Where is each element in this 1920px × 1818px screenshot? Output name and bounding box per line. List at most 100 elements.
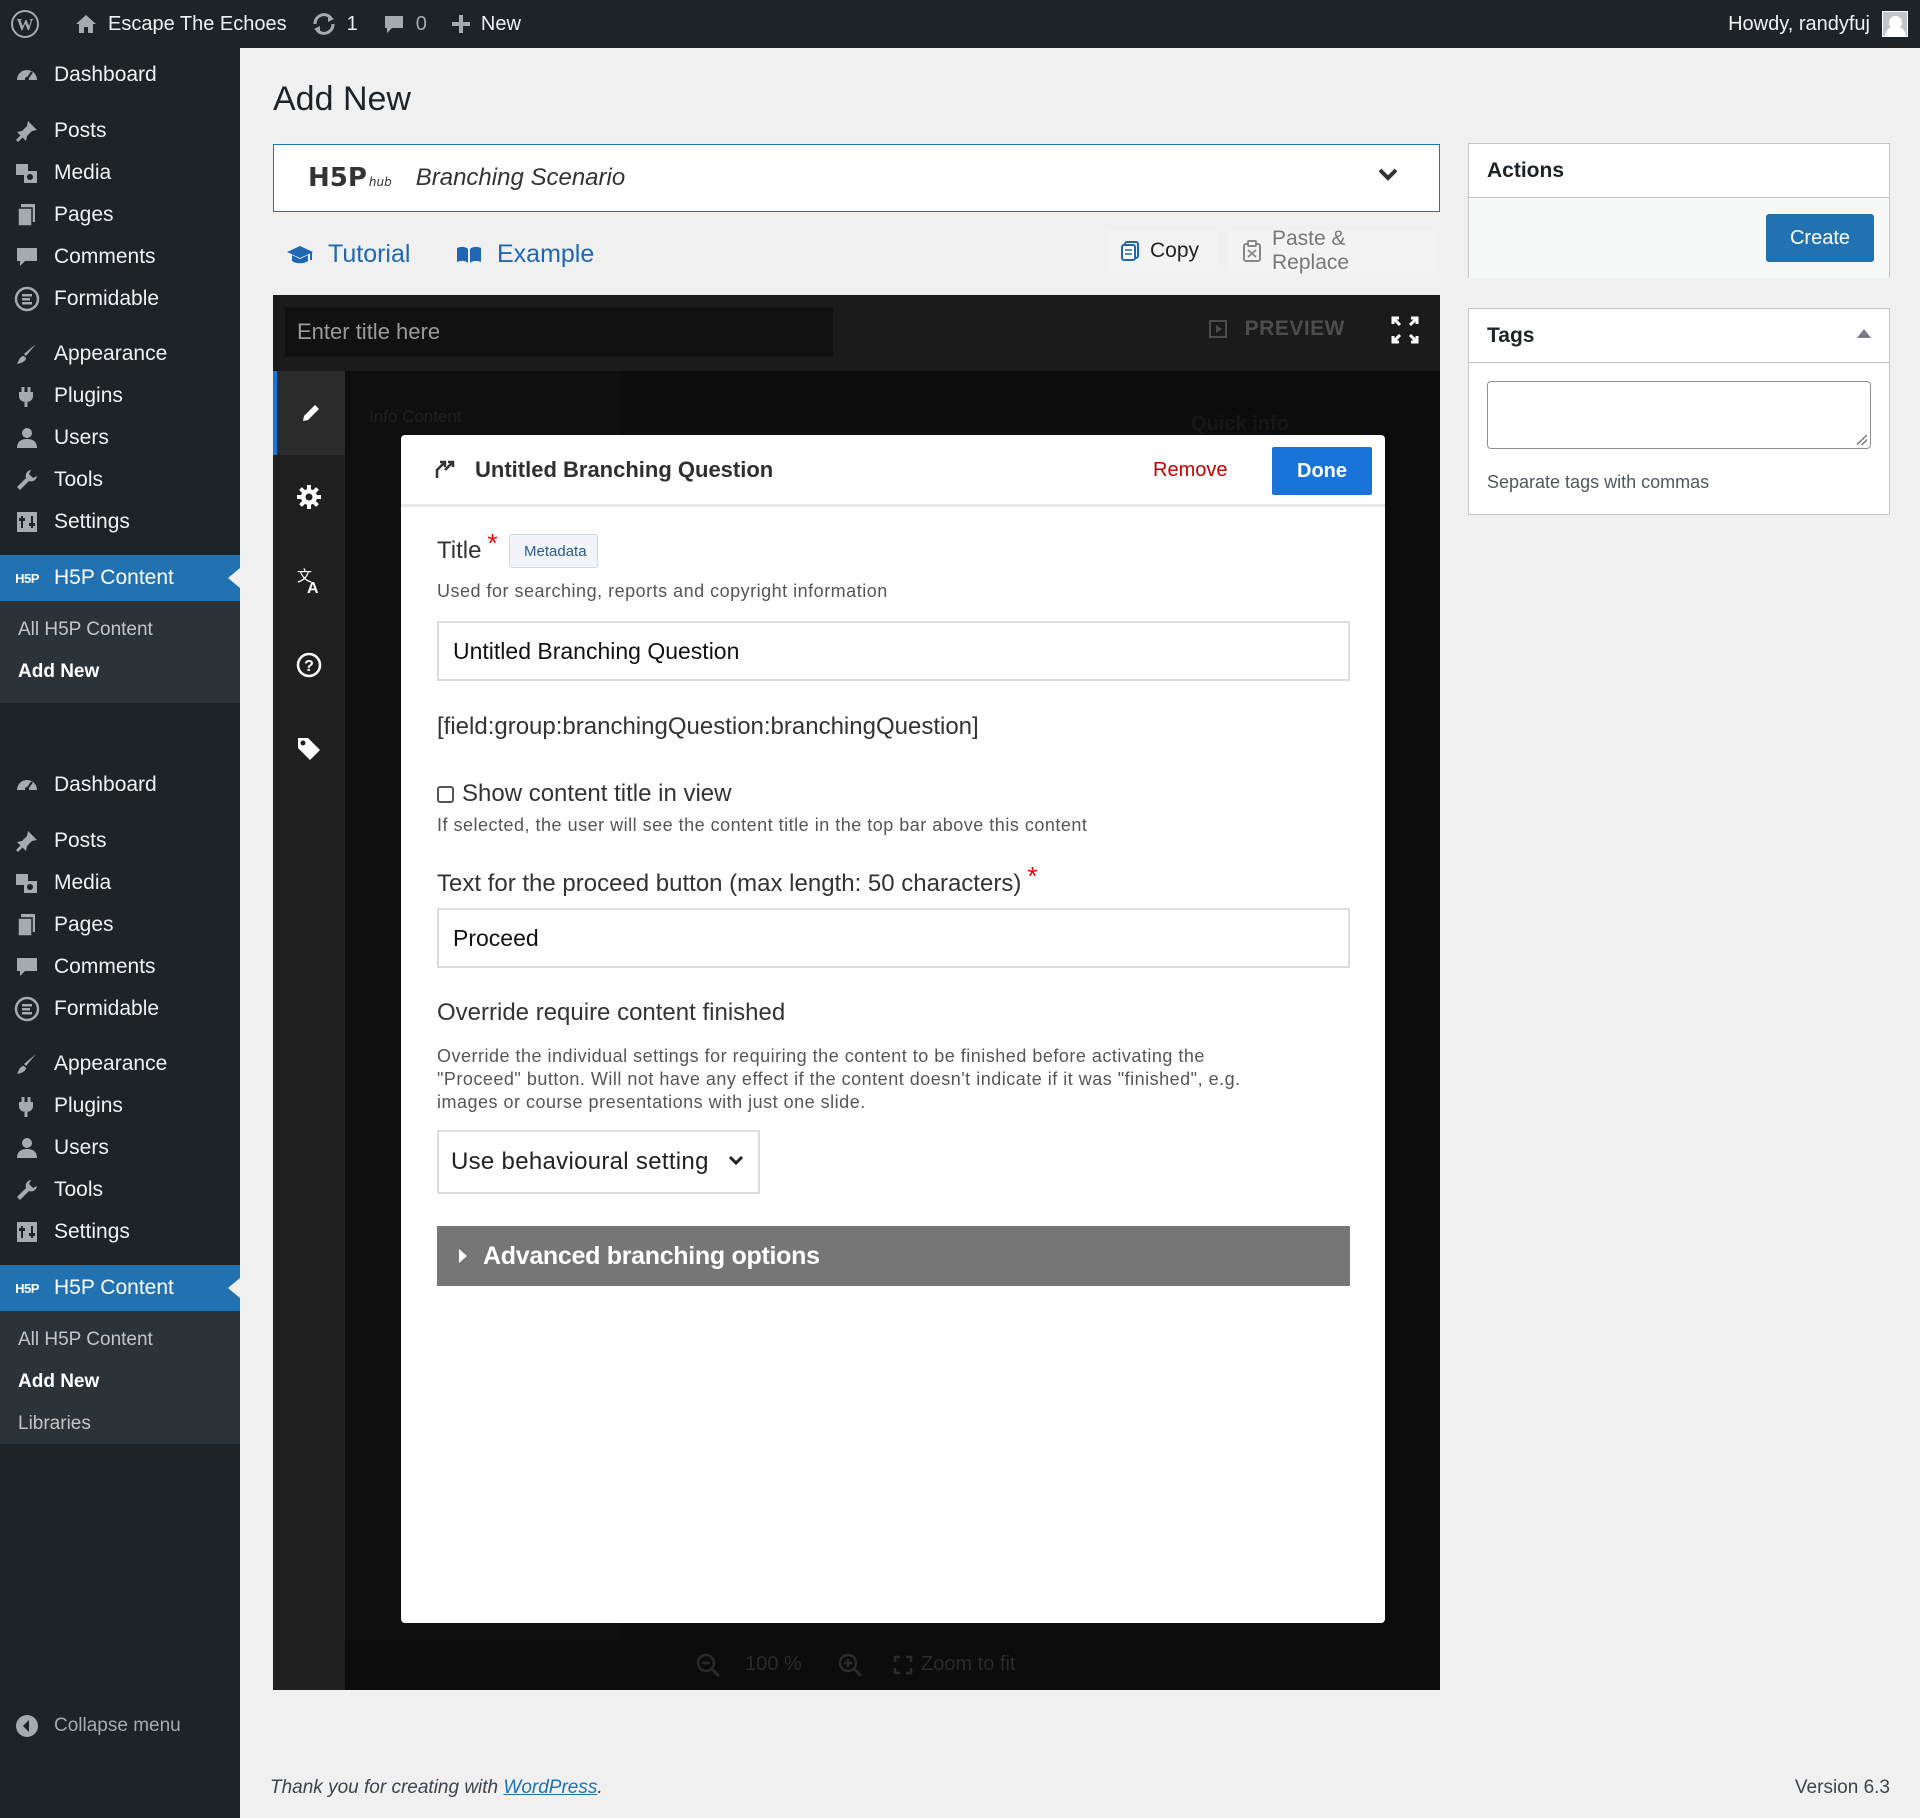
- howdy-text: Howdy, randyfuj: [1728, 12, 1870, 35]
- sidebar-item-settings[interactable]: Settings: [0, 499, 240, 545]
- tutorial-link[interactable]: Tutorial: [286, 240, 410, 269]
- scenario-title-input[interactable]: [285, 307, 833, 357]
- fullscreen-button[interactable]: [1390, 315, 1420, 345]
- selected-content-type: Branching Scenario: [415, 164, 626, 191]
- sidebar-item-media[interactable]: Media: [0, 150, 240, 196]
- sidebar-item-appearance[interactable]: Appearance: [0, 331, 240, 377]
- wordpress-link[interactable]: WordPress: [503, 1777, 597, 1798]
- collapse-toggle-icon[interactable]: [1857, 329, 1871, 338]
- submenu-item-all-h5p-content[interactable]: All H5P Content: [18, 1329, 153, 1351]
- submenu-item-add-new[interactable]: Add New: [18, 661, 99, 683]
- remove-button[interactable]: Remove: [1153, 459, 1227, 482]
- updates-link[interactable]: 1: [299, 0, 370, 48]
- sidebar-item-appearance[interactable]: Appearance: [0, 1041, 240, 1087]
- media-icon: [0, 870, 54, 896]
- wordpress-logo-button[interactable]: W: [0, 0, 62, 48]
- sidebar-item-pages[interactable]: Pages: [0, 192, 240, 238]
- content-type-selector[interactable]: H5P hub Branching Scenario: [273, 144, 1440, 212]
- sidebar-item-comments[interactable]: Comments: [0, 234, 240, 280]
- pages-icon: [0, 912, 54, 938]
- tags-heading[interactable]: Tags: [1469, 309, 1889, 363]
- footer-version: Version 6.3: [1794, 1777, 1890, 1798]
- settings-tab[interactable]: [273, 455, 345, 539]
- group-field-token: [field:group:branchingQuestion:branching…: [437, 713, 979, 740]
- metadata-button[interactable]: Metadata: [509, 534, 598, 568]
- example-link[interactable]: Example: [455, 240, 594, 269]
- sidebar-item-h5p-content[interactable]: H5P H5P Content: [0, 1265, 240, 1311]
- preview-button[interactable]: PREVIEW: [1208, 317, 1345, 341]
- sidebar-item-label: Pages: [54, 913, 114, 936]
- copy-button[interactable]: Copy: [1106, 230, 1217, 272]
- avatar: [1882, 11, 1908, 37]
- sidebar-item-pages[interactable]: Pages: [0, 902, 240, 948]
- sidebar-item-posts[interactable]: Posts: [0, 818, 240, 864]
- zoom-bar: 100 % Zoom to fit 2: [345, 1640, 1440, 1690]
- translations-tab[interactable]: 文A: [273, 539, 345, 623]
- create-button[interactable]: Create: [1766, 214, 1874, 262]
- admin-bar: W Escape The Echoes 1 0 New Howdy, randy…: [0, 0, 1920, 48]
- advanced-branching-options-toggle[interactable]: Advanced branching options: [437, 1226, 1350, 1286]
- sidebar-item-label: Tools: [54, 468, 104, 491]
- brush-icon: [0, 1051, 54, 1077]
- sidebar-item-label: Formidable: [54, 997, 160, 1020]
- tutorial-label: Tutorial: [328, 240, 411, 268]
- sidebar-item-label: Comments: [54, 955, 156, 978]
- sidebar-item-media[interactable]: Media: [0, 860, 240, 906]
- sidebar-item-label: Formidable: [54, 287, 160, 310]
- sidebar-item-posts[interactable]: Posts: [0, 108, 240, 154]
- sidebar-item-users[interactable]: Users: [0, 1125, 240, 1171]
- comment-icon: [0, 954, 54, 980]
- comments-link[interactable]: 0: [370, 0, 439, 48]
- caret-right-icon: [459, 1249, 467, 1263]
- translate-icon: 文A: [294, 566, 324, 596]
- collapse-arrow-icon: [0, 1714, 54, 1738]
- submenu-item-add-new[interactable]: Add New: [18, 1371, 99, 1393]
- dialog-title: Untitled Branching Question: [475, 456, 774, 482]
- settings-icon: [0, 1219, 54, 1245]
- pin-icon: [0, 828, 54, 854]
- sidebar-item-label: H5P Content: [54, 1276, 174, 1299]
- sidebar-item-label: Plugins: [54, 1094, 123, 1117]
- sidebar-item-tools[interactable]: Tools: [0, 457, 240, 503]
- paste-icon: [1242, 240, 1262, 262]
- metadata-tab[interactable]: [273, 707, 345, 791]
- sidebar-item-plugins[interactable]: Plugins: [0, 373, 240, 419]
- override-behaviour-select[interactable]: Use behavioural setting: [437, 1130, 760, 1194]
- sidebar-item-plugins[interactable]: Plugins: [0, 1083, 240, 1129]
- sidebar-item-comments[interactable]: Comments: [0, 944, 240, 990]
- sidebar-item-label: Posts: [54, 829, 107, 852]
- show-title-checkbox-row[interactable]: Show content title in view: [437, 780, 731, 808]
- edit-tab[interactable]: [273, 371, 345, 455]
- help-tab[interactable]: ?: [273, 623, 345, 707]
- sidebar-item-formidable[interactable]: Formidable: [0, 986, 240, 1032]
- sidebar-item-h5p-content[interactable]: H5P H5P Content: [0, 555, 240, 601]
- tags-textarea[interactable]: [1487, 381, 1871, 449]
- site-name-link[interactable]: Escape The Echoes: [62, 0, 299, 48]
- refresh-icon: [311, 12, 337, 36]
- required-asterisk: *: [487, 528, 498, 558]
- proceed-text-input[interactable]: Proceed: [437, 908, 1350, 968]
- my-account[interactable]: Howdy, randyfuj: [1728, 0, 1908, 48]
- show-title-checkbox[interactable]: [437, 785, 454, 803]
- submenu-item-libraries[interactable]: Libraries: [18, 1413, 91, 1435]
- h5p-icon: H5P: [15, 570, 39, 586]
- done-button[interactable]: Done: [1272, 447, 1372, 495]
- title-field-input[interactable]: Untitled Branching Question: [437, 621, 1350, 681]
- new-content-link[interactable]: New: [439, 0, 533, 48]
- submenu-item-all-h5p-content[interactable]: All H5P Content: [18, 619, 153, 641]
- sidebar-item-dashboard[interactable]: Dashboard: [0, 52, 240, 98]
- zoom-in-icon[interactable]: [837, 1652, 863, 1678]
- sidebar-item-tools[interactable]: Tools: [0, 1167, 240, 1213]
- sidebar-item-label: Appearance: [54, 342, 168, 365]
- zoom-to-fit-button[interactable]: Zoom to fit: [893, 1653, 1015, 1676]
- sidebar-item-label: Settings: [54, 1220, 130, 1243]
- h5p-submenu: All H5P Content Add New Libraries: [0, 1311, 240, 1444]
- sidebar-item-label: Tools: [54, 1178, 104, 1201]
- sidebar-item-settings[interactable]: Settings: [0, 1209, 240, 1255]
- paste-replace-button[interactable]: Paste & Replace: [1228, 227, 1437, 274]
- sidebar-item-dashboard[interactable]: Dashboard: [0, 762, 240, 808]
- sidebar-item-formidable[interactable]: Formidable: [0, 276, 240, 322]
- zoom-out-icon[interactable]: [695, 1652, 721, 1678]
- sidebar-item-users[interactable]: Users: [0, 415, 240, 461]
- collapse-menu-button[interactable]: Collapse menu: [0, 1703, 240, 1749]
